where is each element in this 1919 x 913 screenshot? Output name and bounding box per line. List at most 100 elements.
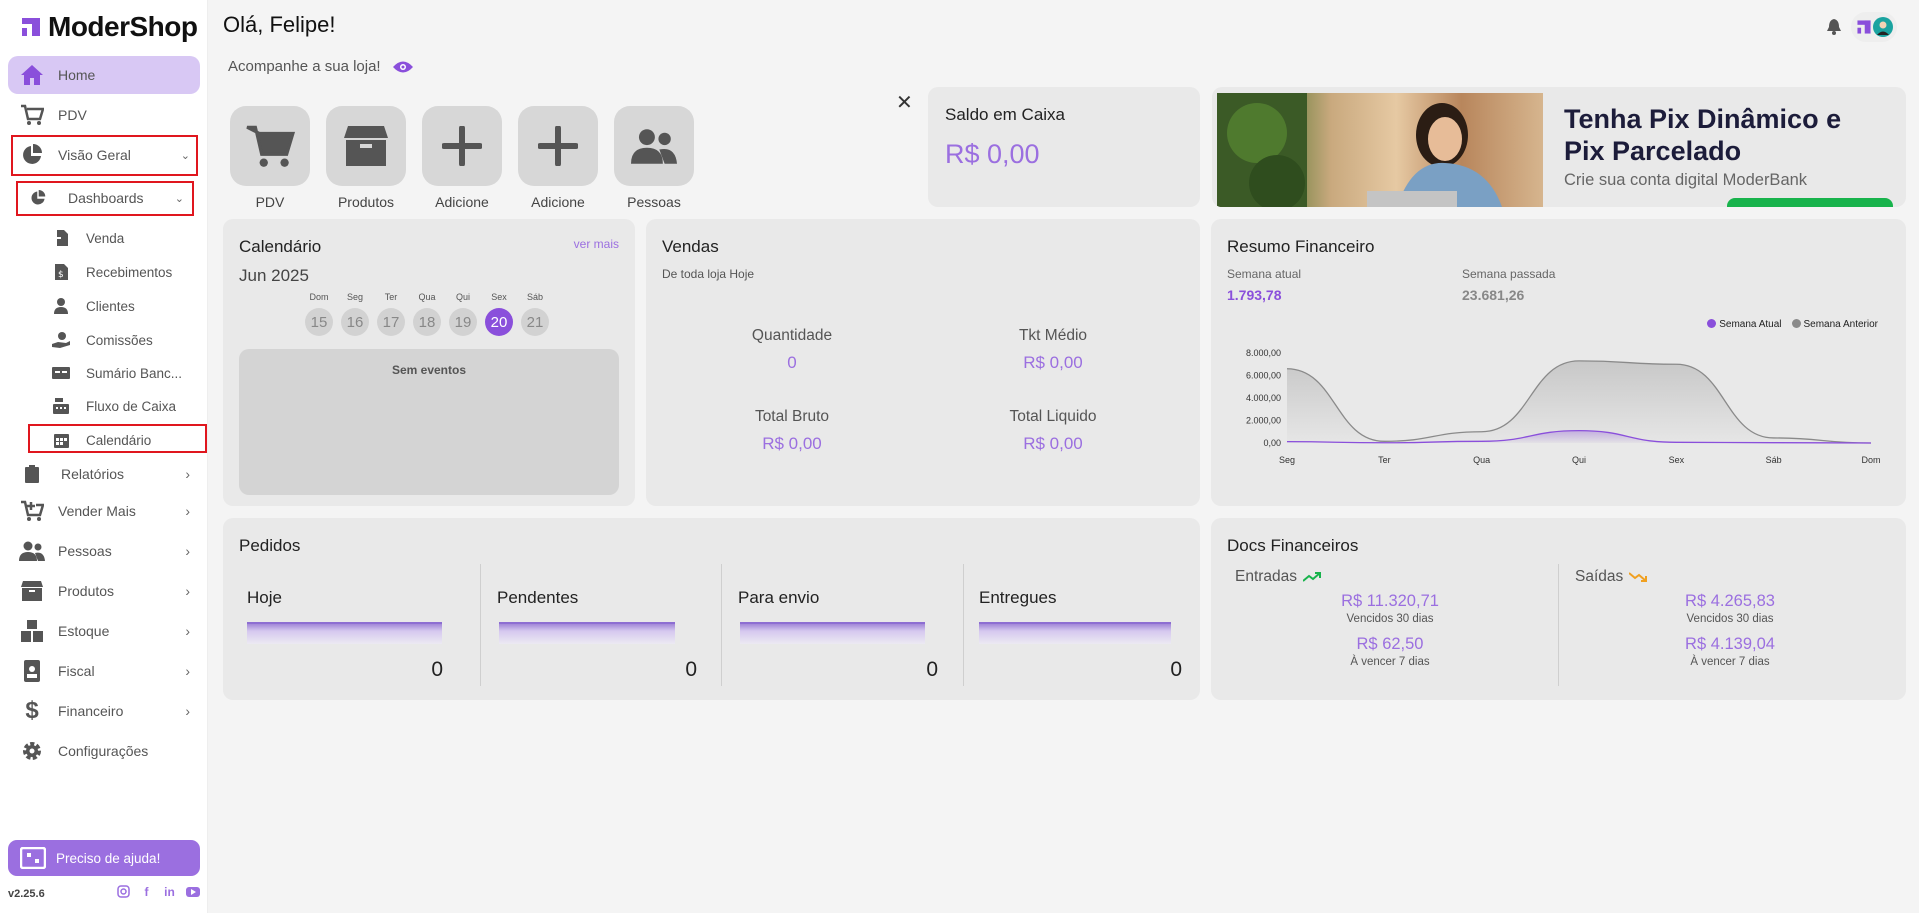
help-grid-icon — [20, 847, 46, 869]
gear-icon — [18, 739, 46, 763]
calendar-day[interactable]: Qua 18 — [413, 292, 441, 336]
finance-chart: 8.000,00 6.000,00 4.000,00 2.000,00 0,00 Seg T… — [1246, 348, 1881, 465]
eye-icon[interactable] — [392, 60, 413, 74]
vendas-stat-quantidade: Quantidade 0 — [692, 327, 892, 373]
shortcut-label: PDV — [255, 194, 285, 210]
logo-mark-icon — [1856, 20, 1871, 34]
saidas-vencidos-label: Vencidos 30 dias — [1686, 613, 1774, 625]
sidebar-item-relatorios[interactable]: Relatórios › — [8, 456, 200, 492]
sidebar-item-configuracoes[interactable]: Configurações — [8, 732, 200, 770]
divider — [721, 564, 722, 686]
saidas-label: Saídas — [1575, 568, 1624, 585]
sidebar-item-home[interactable]: Home — [8, 56, 200, 94]
docs-saidas[interactable]: Saídas R$ 4.265,83 Vencidos 30 dias R$ 4… — [1575, 568, 1905, 668]
clipboard-icon — [18, 462, 46, 486]
banner-woman-illustration — [1217, 93, 1502, 207]
logo-mark-icon — [22, 18, 40, 36]
sidebar-item-produtos[interactable]: Produtos › — [8, 572, 200, 610]
money-check-icon — [50, 367, 72, 379]
cart-icon — [18, 103, 46, 127]
sidebar-subitem-recebimentos[interactable]: $ Recebimentos — [50, 257, 172, 287]
dollar-icon: $ — [25, 697, 39, 724]
x-tick-label: Sex — [1669, 455, 1685, 465]
sidebar-subitem-comissoes[interactable]: Comissões — [50, 325, 153, 355]
shortcut-pessoas[interactable]: Pessoas — [614, 106, 694, 210]
youtube-icon[interactable] — [185, 884, 200, 899]
x-tick-label: Qua — [1473, 455, 1490, 465]
sidebar-subitem-clientes[interactable]: Clientes — [50, 291, 135, 321]
calendar-day[interactable]: Sáb 21 — [521, 292, 549, 336]
shortcut-label: Pessoas — [627, 194, 681, 210]
facebook-icon[interactable]: f — [139, 884, 154, 899]
sidebar-item-vender-mais[interactable]: Vender Mais › — [8, 492, 200, 530]
app-name: ModerShop — [48, 11, 198, 42]
pedidos-col-label: Pendentes — [497, 588, 579, 607]
pedidos-bar — [499, 622, 675, 644]
docs-entradas[interactable]: Entradas R$ 11.320,71 Vencidos 30 dias R… — [1235, 568, 1565, 668]
pedidos-col-para-envio[interactable]: Para envio 0 — [738, 564, 938, 686]
avatar[interactable] — [1851, 12, 1897, 42]
calendar-more-link[interactable]: ver mais — [574, 237, 619, 251]
instagram-icon[interactable] — [116, 884, 131, 899]
vendas-stat-total-bruto: Total Bruto R$ 0,00 — [692, 408, 892, 454]
sidebar-item-fiscal[interactable]: Fiscal › — [8, 652, 200, 690]
pedidos-col-value: 0 — [431, 658, 443, 681]
stat-label: Total Bruto — [754, 408, 830, 425]
day-number: 20 — [485, 308, 513, 336]
linkedin-icon[interactable]: in — [162, 884, 177, 899]
stat-value: 0 — [787, 353, 797, 372]
sidebar-item-estoque[interactable]: Estoque › — [8, 612, 200, 650]
bell-icon[interactable] — [1827, 19, 1841, 35]
sidebar-subitem-label: Fluxo de Caixa — [86, 398, 177, 414]
promo-banner[interactable]: Tenha Pix Dinâmico e Pix Parcelado Crie … — [1212, 87, 1906, 207]
y-tick-label: 2.000,00 — [1246, 416, 1281, 426]
calendar-day[interactable]: Qui 19 — [449, 292, 477, 336]
x-tick-label: Seg — [1279, 455, 1295, 465]
entradas-vencer-value: R$ 62,50 — [1356, 635, 1424, 653]
shortcut-adicione-2[interactable]: Adicione — [518, 106, 598, 210]
shortcut-label: Adicione — [531, 194, 585, 210]
file-import-icon — [50, 230, 72, 246]
sidebar-subitem-venda[interactable]: Venda — [50, 223, 124, 253]
calendar-day[interactable]: Dom 15 — [305, 292, 333, 336]
hand-holding-dollar-icon — [50, 332, 72, 348]
app-logo[interactable]: ModerShop — [20, 10, 198, 44]
calendar-title: Calendário — [239, 237, 322, 256]
sidebar-subitem-label: Clientes — [86, 298, 135, 314]
sidebar-item-label: Vender Mais — [58, 503, 136, 519]
sidebar-item-financeiro[interactable]: $ Financeiro › — [8, 692, 200, 730]
help-button[interactable]: Preciso de ajuda! — [8, 840, 200, 876]
sidebar-item-pdv[interactable]: PDV — [8, 96, 200, 134]
user-icon — [50, 298, 72, 314]
shortcut-produtos[interactable]: Produtos — [326, 106, 406, 210]
pedidos-col-entregues[interactable]: Entregues 0 — [979, 564, 1182, 686]
sidebar-item-pessoas[interactable]: Pessoas › — [8, 532, 200, 570]
sidebar-subitem-sumario-bancario[interactable]: Sumário Banc... — [50, 358, 182, 388]
box-icon — [344, 126, 388, 166]
day-name: Sex — [491, 292, 507, 302]
chevron-right-icon: › — [185, 663, 190, 679]
calendar-day-selected[interactable]: Sex 20 — [485, 292, 513, 336]
sidebar-item-label: Relatórios — [61, 466, 125, 482]
chevron-right-icon: › — [185, 466, 190, 482]
calendar-day[interactable]: Ter 17 — [377, 292, 405, 336]
cart-plus-icon — [18, 499, 46, 523]
calendar-month: Jun 2025 — [239, 266, 309, 285]
sidebar-subitem-fluxo-de-caixa[interactable]: Fluxo de Caixa — [50, 391, 176, 421]
people-icon — [631, 129, 677, 164]
close-icon[interactable]: ✕ — [896, 90, 913, 115]
chevron-right-icon: › — [185, 703, 190, 719]
pedidos-col-hoje[interactable]: Hoje 0 — [247, 564, 447, 686]
highlight-box — [16, 181, 194, 216]
shortcut-pdv[interactable]: PDV — [230, 106, 310, 210]
app-version: v2.25.6 — [8, 888, 45, 900]
pedidos-col-pendentes[interactable]: Pendentes 0 — [497, 564, 697, 686]
shortcut-adicione-1[interactable]: Adicione — [422, 106, 502, 210]
id-badge-icon — [18, 659, 46, 683]
entradas-vencidos-label: Vencidos 30 dias — [1346, 613, 1434, 625]
calendar-day[interactable]: Seg 16 — [341, 292, 369, 336]
calendar-week: Dom 15 Seg 16 Ter 17 Qua 18 Qui 19 Sex 20 Sáb 2… — [305, 292, 549, 336]
saidas-vencer-label: À vencer 7 dias — [1690, 656, 1770, 668]
stat-label: Tkt Médio — [1018, 327, 1088, 344]
banner-cta-button[interactable] — [1727, 198, 1893, 207]
